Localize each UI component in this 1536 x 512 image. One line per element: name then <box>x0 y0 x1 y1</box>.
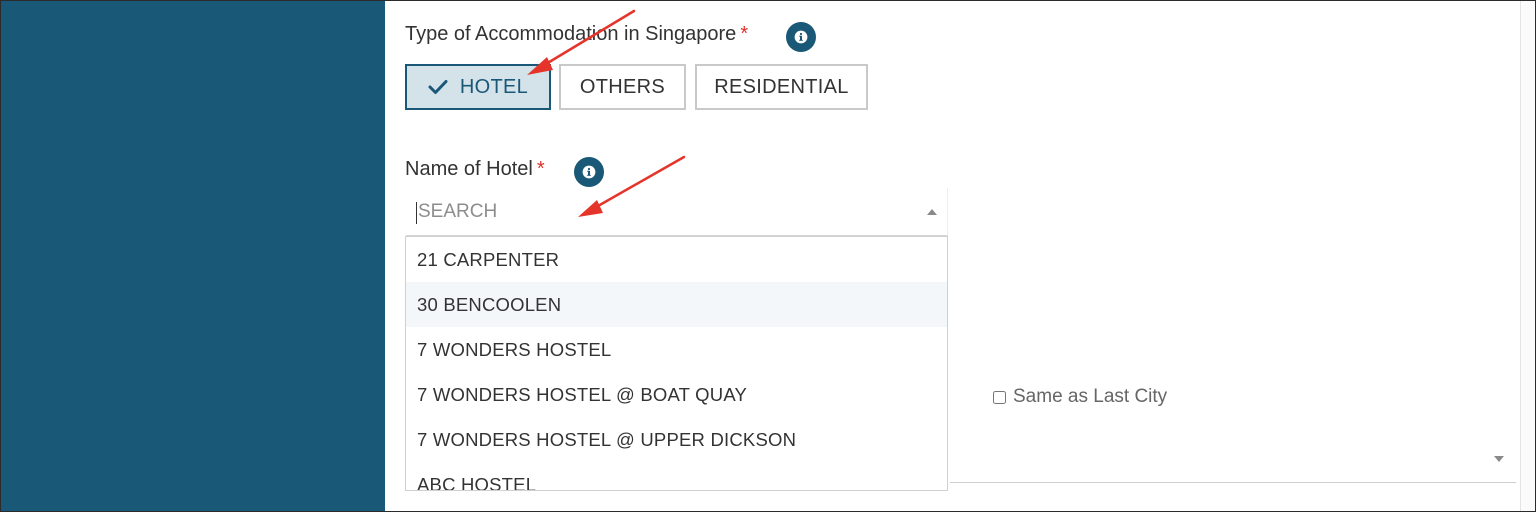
accommodation-option-label: OTHERS <box>579 75 666 98</box>
hotel-name-label: Name of Hotel * <box>405 158 545 181</box>
same-as-last-city[interactable]: Same as Last City <box>993 386 1167 408</box>
accommodation-option-label: HOTEL <box>459 75 529 98</box>
text-cursor <box>416 202 417 224</box>
accommodation-option-residential[interactable]: RESIDENTIAL <box>695 64 868 110</box>
scrollbar[interactable] <box>1520 1 1535 511</box>
same-as-last-city-checkbox[interactable] <box>993 390 1006 404</box>
hotel-option[interactable]: 7 WONDERS HOSTEL @ BOAT QUAY <box>406 372 947 417</box>
accommodation-type-label: Type of Accommodation in Singapore * <box>405 23 748 46</box>
hotel-dropdown-list[interactable]: 21 CARPENTER 30 BENCOOLEN 7 WONDERS HOST… <box>405 236 948 491</box>
caret-up-icon[interactable] <box>927 209 937 215</box>
info-icon[interactable] <box>786 22 816 52</box>
required-mark: * <box>740 23 749 45</box>
hotel-name-label-text: Name of Hotel <box>405 158 533 180</box>
hotel-option[interactable]: 7 WONDERS HOSTEL @ UPPER DICKSON <box>406 417 947 462</box>
hotel-search-input[interactable] <box>416 199 900 224</box>
same-as-last-city-label: Same as Last City <box>1013 386 1168 407</box>
hotel-option[interactable]: 30 BENCOOLEN <box>406 282 947 327</box>
required-mark: * <box>536 158 545 180</box>
city-select[interactable] <box>950 482 1516 483</box>
checkmark-icon <box>428 79 448 95</box>
hotel-option[interactable]: 21 CARPENTER <box>406 237 947 282</box>
accommodation-option-others[interactable]: OTHERS <box>559 64 686 110</box>
hotel-option[interactable]: 7 WONDERS HOSTEL <box>406 327 947 372</box>
accommodation-option-label: RESIDENTIAL <box>714 75 849 98</box>
sidebar <box>1 1 385 511</box>
accommodation-option-hotel[interactable]: HOTEL <box>405 64 551 110</box>
accommodation-type-label-text: Type of Accommodation in Singapore <box>405 23 737 45</box>
caret-down-icon[interactable] <box>1494 456 1504 462</box>
hotel-search-box[interactable] <box>406 188 948 236</box>
hotel-option[interactable]: ABC HOSTEL <box>406 462 947 491</box>
info-icon[interactable] <box>574 157 604 187</box>
